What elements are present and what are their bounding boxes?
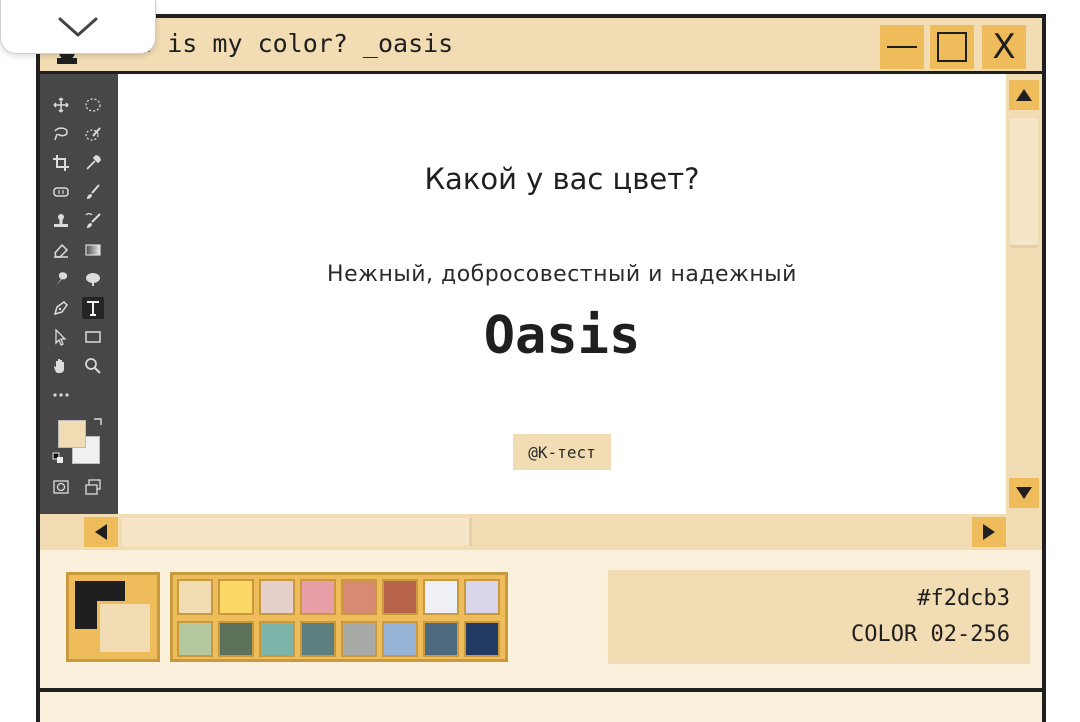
question-heading: Какой у вас цвет? <box>424 162 700 196</box>
gradient-tool-icon[interactable] <box>82 239 104 261</box>
palette-swatch[interactable] <box>341 579 377 615</box>
path-select-tool-icon[interactable] <box>50 326 72 348</box>
healing-tool-icon[interactable] <box>50 181 72 203</box>
eraser-tool-icon[interactable] <box>50 239 72 261</box>
palette-swatch[interactable] <box>423 579 459 615</box>
palette-swatch[interactable] <box>259 579 295 615</box>
color-palette <box>170 572 508 662</box>
horizontal-scrollbar[interactable] <box>40 514 1042 550</box>
collapse-tab[interactable] <box>0 0 156 54</box>
pen-tool-icon[interactable] <box>50 297 72 319</box>
vertical-scroll-thumb[interactable] <box>1010 118 1038 248</box>
hex-value: #f2dcb3 <box>917 586 1010 611</box>
more-tools-icon[interactable] <box>50 384 72 406</box>
arrow-right-icon <box>983 524 995 540</box>
palette-swatch[interactable] <box>464 621 500 657</box>
color-name-title: Oasis <box>483 306 641 366</box>
palette-swatch[interactable] <box>259 621 295 657</box>
brush-tool-icon[interactable] <box>82 181 104 203</box>
ellipse-marquee-tool-icon[interactable] <box>82 94 104 116</box>
screen-mode-icon[interactable] <box>82 476 104 498</box>
credit-tag: @K-тест <box>513 434 611 470</box>
scroll-right-button[interactable] <box>972 517 1006 547</box>
lasso-tool-icon[interactable] <box>50 123 72 145</box>
scroll-up-button[interactable] <box>1009 80 1039 110</box>
toolbox-foreground-color[interactable] <box>58 420 86 448</box>
palette-swatch[interactable] <box>300 579 336 615</box>
toolbox <box>40 74 118 514</box>
arrow-down-icon <box>1016 487 1032 499</box>
arrow-up-icon <box>1016 89 1032 101</box>
palette-swatch[interactable] <box>464 579 500 615</box>
maximize-button[interactable] <box>930 25 974 69</box>
maximize-icon <box>937 32 967 62</box>
default-colors-icon[interactable] <box>52 452 64 464</box>
title-bar[interactable]: What is my color? _oasis X <box>40 18 1042 74</box>
palette-swatch[interactable] <box>382 579 418 615</box>
type-tool-icon[interactable] <box>82 297 104 319</box>
rectangle-tool-icon[interactable] <box>82 326 104 348</box>
scroll-left-button[interactable] <box>84 517 118 547</box>
current-colors[interactable] <box>66 572 160 662</box>
background-color-swatch[interactable] <box>97 601 153 655</box>
minimize-icon <box>887 46 917 48</box>
color-swap-widget[interactable] <box>50 414 106 470</box>
hand-tool-icon[interactable] <box>50 355 72 377</box>
palette-swatch[interactable] <box>218 621 254 657</box>
app-window: What is my color? _oasis X Какой у вас ц… <box>36 14 1046 722</box>
palette-area: #f2dcb3 COLOR 02-256 <box>40 550 1042 688</box>
document-canvas[interactable]: Какой у вас цвет? Нежный, добросовестный… <box>118 74 1006 514</box>
horizontal-scroll-thumb[interactable] <box>122 518 472 546</box>
color-info-panel: #f2dcb3 COLOR 02-256 <box>608 570 1030 664</box>
quick-mask-icon[interactable] <box>50 476 72 498</box>
palette-swatch[interactable] <box>382 621 418 657</box>
color-description: Нежный, добросовестный и надежный <box>327 262 797 287</box>
dodge-tool-icon[interactable] <box>82 268 104 290</box>
close-button[interactable]: X <box>982 25 1026 69</box>
palette-swatch[interactable] <box>218 579 254 615</box>
palette-swatch[interactable] <box>423 621 459 657</box>
smudge-tool-icon[interactable] <box>50 268 72 290</box>
palette-swatch[interactable] <box>177 579 213 615</box>
zoom-tool-icon[interactable] <box>82 355 104 377</box>
history-brush-tool-icon[interactable] <box>82 210 104 232</box>
vertical-scrollbar[interactable] <box>1006 74 1042 514</box>
palette-swatch[interactable] <box>300 621 336 657</box>
minimize-button[interactable] <box>880 25 924 69</box>
move-tool-icon[interactable] <box>50 94 72 116</box>
swap-colors-icon[interactable] <box>92 416 104 428</box>
color-index: COLOR 02-256 <box>851 622 1010 647</box>
crop-tool-icon[interactable] <box>50 152 72 174</box>
arrow-left-icon <box>95 524 107 540</box>
stamp-tool-icon[interactable] <box>50 210 72 232</box>
close-icon: X <box>992 27 1016 67</box>
eyedropper-tool-icon[interactable] <box>82 152 104 174</box>
quick-select-tool-icon[interactable] <box>82 123 104 145</box>
window-divider <box>40 688 1042 692</box>
scroll-down-button[interactable] <box>1009 478 1039 508</box>
palette-swatch[interactable] <box>341 621 377 657</box>
palette-swatch[interactable] <box>177 621 213 657</box>
chevron-down-icon <box>58 17 98 36</box>
